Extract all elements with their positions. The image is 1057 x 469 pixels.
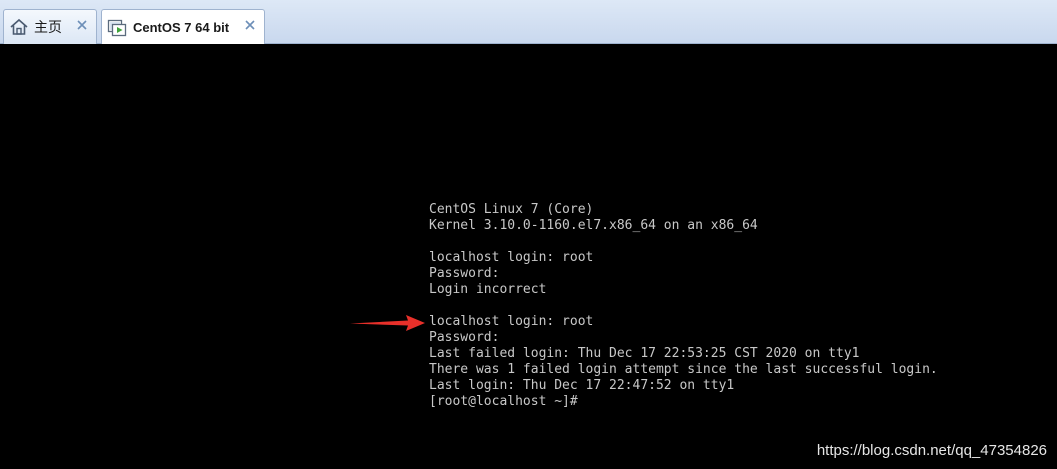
terminal-prompt[interactable]: [root@localhost ~]#	[429, 394, 938, 410]
terminal-line: Password:	[429, 330, 500, 345]
terminal-line: Kernel 3.10.0-1160.el7.x86_64 on an x86_…	[429, 218, 758, 233]
terminal-line: Last login: Thu Dec 17 22:47:52 on tty1	[429, 378, 735, 393]
home-icon	[9, 17, 29, 37]
terminal-line: localhost login: root	[429, 314, 594, 329]
watermark: https://blog.csdn.net/qq_47354826	[816, 442, 1047, 459]
vm-icon	[107, 18, 127, 38]
terminal-output: CentOS Linux 7 (Core) Kernel 3.10.0-1160.…	[429, 202, 938, 410]
tab-centos-label: CentOS 7 64 bit	[133, 20, 230, 35]
terminal-line: localhost login: root	[429, 250, 594, 265]
tab-bar: 主页 CentOS 7 64 bit	[0, 0, 1057, 45]
terminal-line: CentOS Linux 7 (Core)	[429, 202, 594, 217]
tab-home[interactable]: 主页	[3, 9, 97, 44]
close-icon[interactable]	[75, 18, 89, 32]
close-icon[interactable]	[243, 18, 257, 32]
tab-home-label: 主页	[34, 20, 62, 36]
terminal-line: Login incorrect	[429, 282, 547, 297]
terminal-line: Password:	[429, 266, 500, 281]
tab-centos[interactable]: CentOS 7 64 bit	[101, 9, 265, 45]
terminal-line: Last failed login: Thu Dec 17 22:53:25 C…	[429, 346, 860, 361]
terminal-line: There was 1 failed login attempt since t…	[429, 362, 938, 377]
vm-console[interactable]: CentOS Linux 7 (Core) Kernel 3.10.0-1160.…	[0, 44, 1057, 469]
arrow-right-icon	[350, 315, 425, 331]
